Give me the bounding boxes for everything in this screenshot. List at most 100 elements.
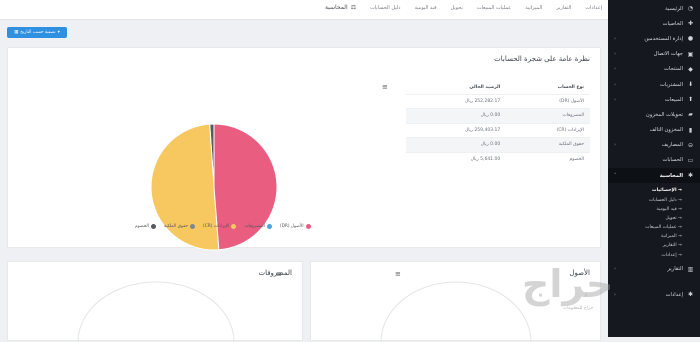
puzzle-icon: ✚ bbox=[687, 20, 694, 28]
sidebar-subitem-label: التقارير bbox=[662, 243, 677, 249]
sidebar-item-damaged-stock[interactable]: ▮ المخزون التالف bbox=[608, 123, 700, 138]
sidebar-subitem-chart-of-accounts[interactable]: → دليل الحسابات bbox=[608, 195, 700, 204]
users-icon: ● bbox=[687, 35, 694, 43]
table-row: حقوق الملكية 0.00 ريال bbox=[406, 137, 590, 152]
legend-item-liabilities[interactable]: الخصوم bbox=[135, 224, 156, 229]
pie-slice-2[interactable] bbox=[150, 123, 220, 251]
truck-icon: ▰ bbox=[688, 111, 693, 119]
sidebar-item-accounts[interactable]: ▭ الحسابات bbox=[608, 153, 700, 168]
sidebar-subitem-statistics[interactable]: → الإحصائيات bbox=[608, 186, 700, 195]
arrow-icon: → bbox=[676, 197, 682, 203]
trash-icon: ▮ bbox=[688, 126, 693, 134]
legend-label: الأصول (DR) bbox=[279, 224, 304, 229]
sidebar-item-reports[interactable]: ▥ التقارير ‹ bbox=[608, 262, 700, 277]
arrow-icon: → bbox=[676, 252, 682, 258]
sidebar-item-label: التقارير bbox=[667, 266, 683, 273]
upload-icon: ⬆ bbox=[687, 96, 694, 104]
filter-by-date-button[interactable]: ▦ تصفية حسب التاريخ ▾ bbox=[7, 27, 67, 38]
sidebar-item-features[interactable]: ✚ الخاصيات bbox=[608, 16, 700, 31]
sidebar-item-stock-transfers[interactable]: ▰ تحويلات المخزون bbox=[608, 107, 700, 122]
sidebar-subitem-sales-operations[interactable]: → عمليات المبيعات bbox=[608, 223, 700, 232]
legend-dot bbox=[266, 224, 272, 229]
arrow-icon: → bbox=[676, 243, 682, 249]
account-type-cell: حقوق الملكية bbox=[506, 137, 590, 152]
sidebar-subitem-journal-entry[interactable]: → قيد اليومية bbox=[608, 205, 700, 214]
overview-title: نظرة عامة على شجرة الحسابات bbox=[494, 55, 590, 63]
sidebar-subitem-label: قيد اليومية bbox=[656, 206, 677, 212]
sidebar-item-accounting[interactable]: ✱ المحاسبة ˅ bbox=[608, 168, 700, 184]
sidebar-item-purchases[interactable]: ⬇ المشتريات ‹ bbox=[608, 77, 700, 92]
sidebar-item-label: الحسابات bbox=[662, 157, 684, 164]
sidebar-item-user-management[interactable]: ● إدارة المستخدمين ‹ bbox=[608, 31, 700, 46]
calendar-icon: ▦ bbox=[14, 30, 19, 35]
sidebar-item-expenses[interactable]: ⊖ المصاريف ‹ bbox=[608, 138, 700, 153]
table-row: المصروفات 0.00 ريال bbox=[406, 108, 590, 123]
chevron-left-icon: ‹ bbox=[614, 96, 616, 103]
arrow-icon: → bbox=[676, 234, 682, 240]
nav-sales-operations[interactable]: عمليات المبيعات bbox=[477, 5, 511, 11]
haraj-watermark-logo: حراج bbox=[522, 262, 614, 306]
column-header-account-type: نوع الحساب bbox=[557, 85, 584, 91]
table-row: الأصول (DR) 252,282.17 ريال bbox=[406, 93, 590, 109]
account-type-cell: الإيرادات (CR) bbox=[506, 122, 590, 138]
nav-journal-entry[interactable]: قيد اليومية bbox=[414, 5, 436, 11]
account-type-cell: الخصوم bbox=[506, 151, 590, 167]
nav-budget[interactable]: الميزانية bbox=[525, 5, 542, 11]
legend-item-equity[interactable]: حقوق الملكية bbox=[163, 224, 196, 229]
expenses-chart-placeholder bbox=[77, 281, 235, 342]
chart-legend: الخصوم حقوق الملكية الإيرادات (CR) المصر… bbox=[135, 224, 311, 229]
sidebar-item-home[interactable]: ◔ الرئيسية bbox=[608, 1, 700, 16]
legend-dot bbox=[150, 224, 156, 229]
sidebar-subitem-settings[interactable]: → إعدادات bbox=[608, 251, 700, 260]
gear-icon: ✱ bbox=[687, 291, 694, 299]
sidebar-subitem-label: دليل الحسابات bbox=[648, 197, 677, 203]
sidebar-item-sales[interactable]: ⬆ المبيعات ‹ bbox=[608, 92, 700, 107]
table-header-row: نوع الحساب الرصيد الحالي bbox=[406, 82, 590, 94]
top-navbar: ⚖ المحاسبة دليل الحسابات قيد اليومية تحو… bbox=[0, 0, 608, 20]
sidebar-item-settings[interactable]: ✱ إعدادات ‹ bbox=[608, 287, 700, 302]
sidebar-item-label: الرئيسية bbox=[665, 5, 683, 12]
chevron-left-icon: ‹ bbox=[614, 142, 616, 149]
legend-item-expenses[interactable]: المصروفات bbox=[244, 224, 272, 229]
chevron-left-icon: ‹ bbox=[614, 291, 616, 298]
filter-by-date-label: تصفية حسب التاريخ bbox=[20, 30, 56, 35]
sidebar-subitem-budget[interactable]: → الميزانية bbox=[608, 232, 700, 241]
accounts-overview-card: نظرة عامة على شجرة الحسابات ≡ نوع الحساب… bbox=[7, 47, 601, 251]
balance-cell: 0.00 ريال bbox=[406, 137, 507, 152]
legend-item-assets[interactable]: الأصول (DR) bbox=[280, 224, 311, 229]
nav-settings[interactable]: إعدادات bbox=[585, 5, 602, 11]
legend-label: حقوق الملكية bbox=[163, 224, 189, 229]
account-type-cell: الأصول (DR) bbox=[506, 93, 590, 109]
accounts-pie-chart bbox=[150, 123, 278, 251]
sidebar-subitem-reports[interactable]: → التقارير bbox=[608, 241, 700, 250]
sidebar-item-products[interactable]: ◆ المنتجات ‹ bbox=[608, 62, 700, 77]
legend-label: الخصوم bbox=[135, 224, 149, 229]
sidebar-item-label: إدارة المستخدمين bbox=[644, 35, 683, 42]
chart-menu-icon[interactable]: ≡ bbox=[382, 83, 388, 91]
sidebar-item-label: الخاصيات bbox=[662, 20, 683, 27]
legend-dot bbox=[231, 224, 237, 229]
accounts-table: نوع الحساب الرصيد الحالي الأصول (DR) 252… bbox=[406, 82, 590, 167]
sidebar-item-contacts[interactable]: ▣ جهات الاتصال ‹ bbox=[608, 47, 700, 62]
money-icon: ▭ bbox=[687, 156, 694, 164]
nav-transfer[interactable]: تحويل bbox=[450, 5, 462, 11]
arrow-icon: → bbox=[676, 206, 682, 212]
arrow-icon: → bbox=[676, 188, 682, 194]
sidebar-subitem-label: عمليات المبيعات bbox=[645, 225, 677, 231]
legend-dot bbox=[190, 224, 196, 229]
legend-label: الإيرادات (CR) bbox=[203, 224, 230, 229]
chevron-left-icon: ‹ bbox=[614, 51, 616, 58]
chevron-down-icon: ˅ bbox=[614, 172, 617, 179]
chevron-left-icon: ‹ bbox=[614, 81, 616, 88]
legend-label: المصروفات bbox=[244, 224, 265, 229]
sidebar-subitem-transfer[interactable]: → تحويل bbox=[608, 214, 700, 223]
chevron-left-icon: ‹ bbox=[614, 66, 616, 73]
nav-chart-of-accounts[interactable]: دليل الحسابات bbox=[370, 5, 400, 11]
legend-item-revenue[interactable]: الإيرادات (CR) bbox=[203, 224, 237, 229]
nav-reports[interactable]: التقارير bbox=[556, 5, 571, 11]
pie-slice-4[interactable] bbox=[213, 123, 278, 251]
chevron-left-icon: ‹ bbox=[614, 35, 616, 42]
accounting-brand[interactable]: ⚖ المحاسبة bbox=[325, 4, 356, 11]
accounting-brand-label: المحاسبة bbox=[324, 4, 348, 11]
table-row: الخصوم 5,641.00 ريال bbox=[406, 151, 590, 167]
